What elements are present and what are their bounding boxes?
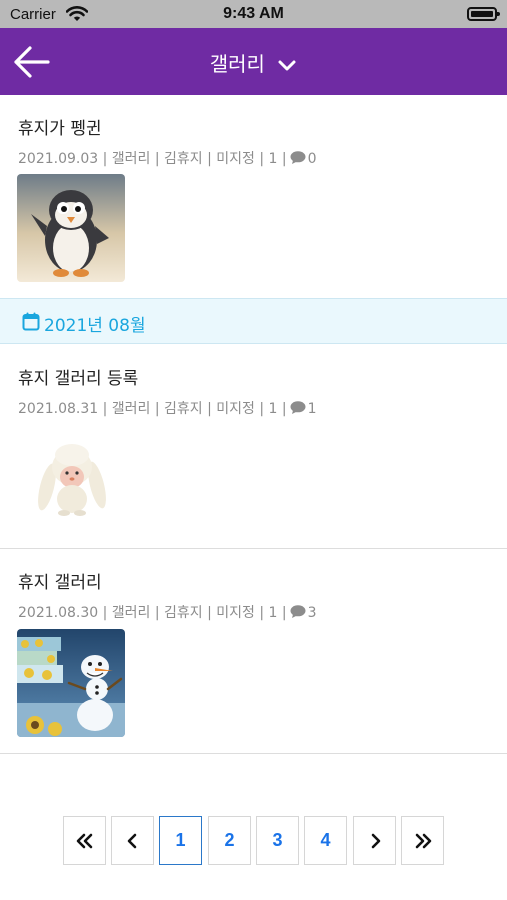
bunny-image [17,425,125,533]
comment-count: 3 [307,605,317,621]
double-chevron-left-icon [76,833,92,848]
page-button-2[interactable]: 2 [208,816,251,865]
post-title[interactable]: 휴지 갤러리 등록 [18,364,138,389]
page-button-4[interactable]: 4 [304,816,347,865]
app-header: 갤러리 [0,28,507,95]
category-dropdown[interactable]: 갤러리 [0,48,507,77]
status-bar: Carrier 9:43 AM [0,0,507,28]
post-thumbnail[interactable] [17,425,125,533]
month-divider: 2021년 08월 [0,298,507,344]
chevron-down-icon [278,60,296,70]
comment-icon [290,401,306,414]
pagination: 1 2 3 4 [0,816,507,866]
page-title: 갤러리 [209,52,265,76]
penguin-image [17,174,125,282]
list-item[interactable]: 휴지가 펭귄 2021.09.03 | 갤러리 | 김휴지 | 미지정 | 1 … [0,95,507,298]
post-meta: 2021.08.31 | 갤러리 | 김휴지 | 미지정 | 1 | 1 [18,398,317,418]
clock-time: 9:43 AM [223,5,284,22]
first-page-button[interactable] [63,816,106,865]
list-item[interactable]: 휴지 갤러리 2021.08.30 | 갤러리 | 김휴지 | 미지정 | 1 … [0,549,507,754]
post-meta-text: 2021.09.03 | 갤러리 | 김휴지 | 미지정 | 1 | [18,151,287,167]
calendar-icon [22,312,40,331]
snowman-image [17,629,125,737]
double-chevron-right-icon [415,833,431,848]
last-page-button[interactable] [401,816,444,865]
post-meta: 2021.09.03 | 갤러리 | 김휴지 | 미지정 | 1 | 0 [18,148,317,168]
battery-icon [467,7,500,21]
post-title[interactable]: 휴지가 펭귄 [18,114,102,139]
comment-icon [290,151,306,164]
page-button-3[interactable]: 3 [256,816,299,865]
month-label: 2021년 08월 [44,316,146,336]
page-button-1[interactable]: 1 [159,816,202,865]
comment-count: 1 [307,401,317,417]
chevron-right-icon [371,833,380,848]
post-thumbnail[interactable] [17,629,125,737]
comment-icon [290,605,306,618]
list-item[interactable]: 휴지 갤러리 등록 2021.08.31 | 갤러리 | 김휴지 | 미지정 |… [0,344,507,549]
post-title[interactable]: 휴지 갤러리 [18,568,102,593]
chevron-left-icon [127,833,136,848]
next-page-button[interactable] [353,816,396,865]
post-meta: 2021.08.30 | 갤러리 | 김휴지 | 미지정 | 1 | 3 [18,602,317,622]
comment-count: 0 [307,151,317,167]
post-thumbnail[interactable] [17,174,125,282]
prev-page-button[interactable] [111,816,154,865]
post-meta-text: 2021.08.30 | 갤러리 | 김휴지 | 미지정 | 1 | [18,605,287,621]
post-meta-text: 2021.08.31 | 갤러리 | 김휴지 | 미지정 | 1 | [18,401,287,417]
